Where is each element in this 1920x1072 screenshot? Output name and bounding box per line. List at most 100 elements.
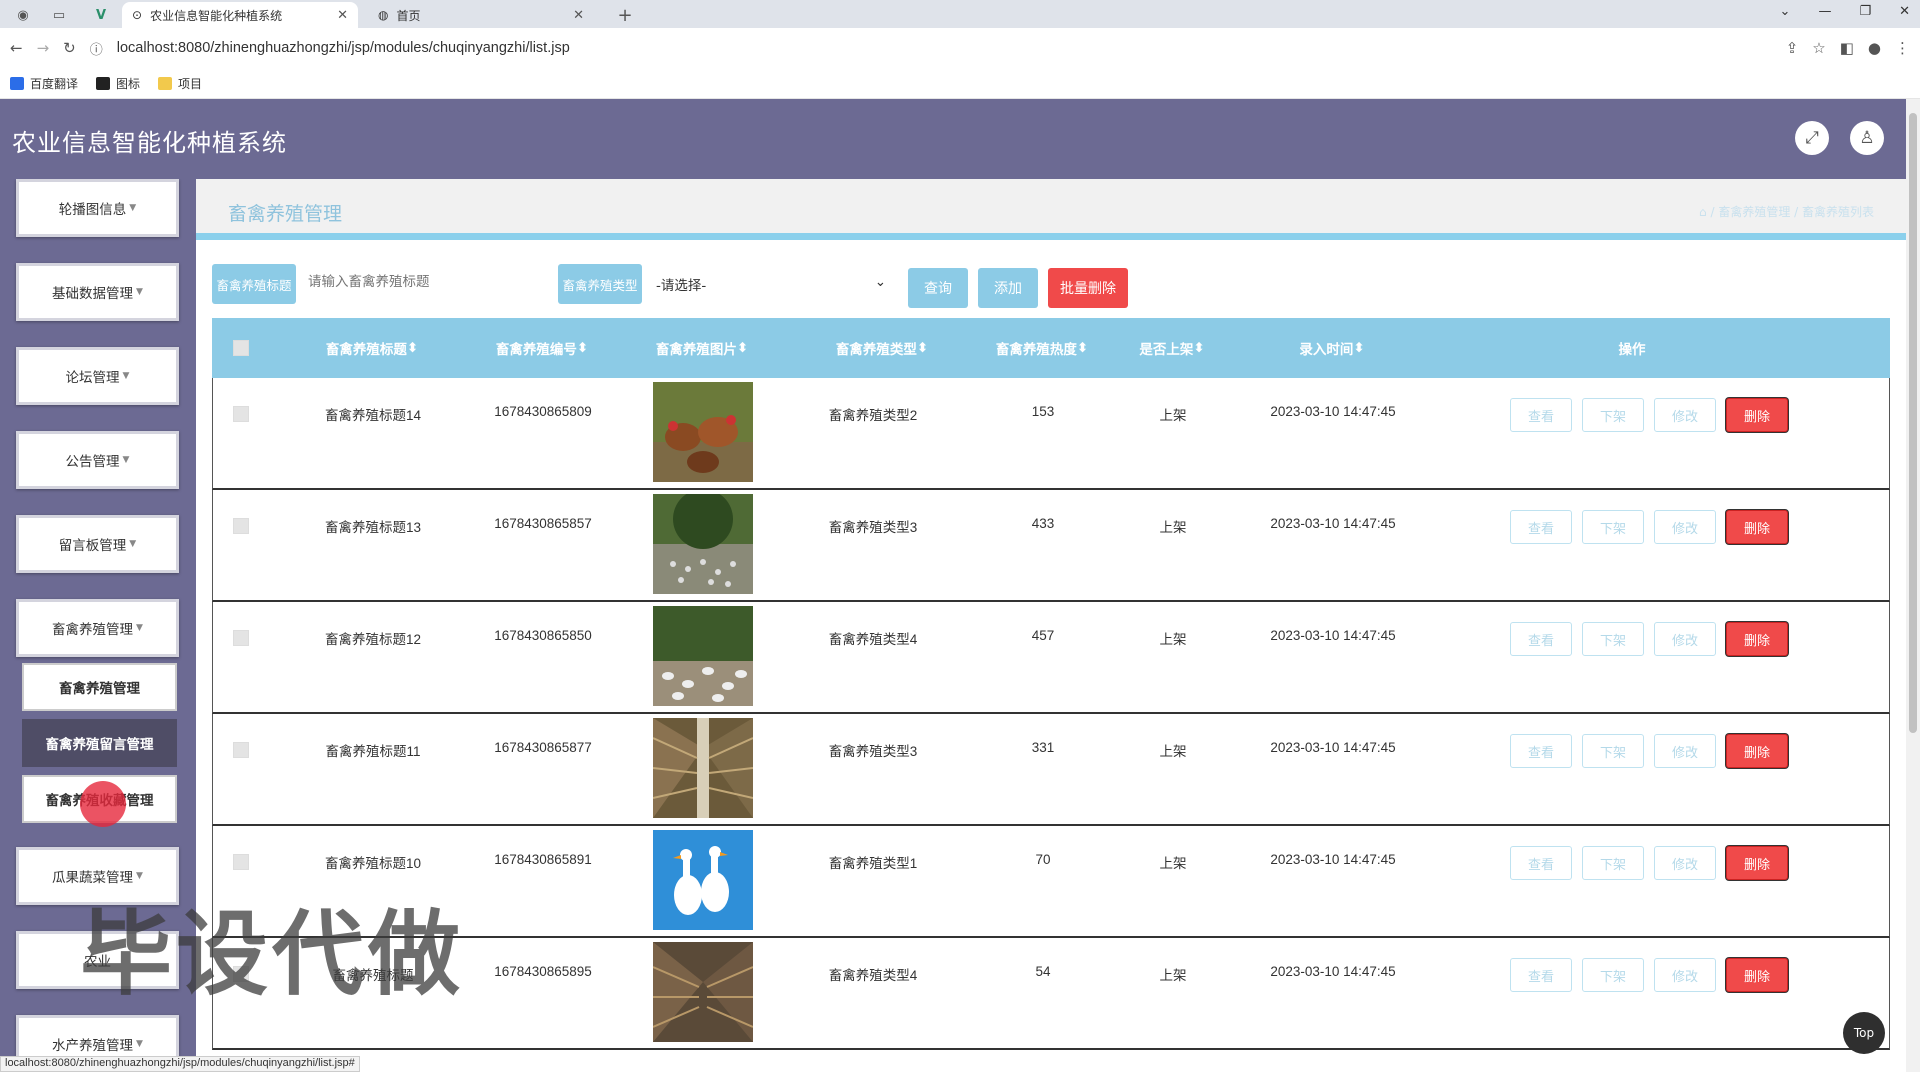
close-tab-icon[interactable]: ✕ bbox=[573, 8, 584, 23]
row-checkbox[interactable] bbox=[233, 630, 249, 646]
sidebar-item-notice[interactable]: 公告管理 ▼ bbox=[16, 431, 179, 489]
delete-button[interactable]: 删除 bbox=[1726, 398, 1788, 432]
bookmark-baidu-translate[interactable]: 百度翻译 bbox=[10, 75, 78, 92]
add-button[interactable]: 添加 bbox=[978, 268, 1038, 308]
back-to-top-button[interactable]: Top bbox=[1843, 1012, 1885, 1054]
view-button[interactable]: 查看 bbox=[1510, 734, 1572, 768]
scrollbar-thumb[interactable] bbox=[1909, 113, 1917, 733]
column-header[interactable]: 畜禽养殖标题 ⬍ bbox=[292, 318, 452, 378]
tab-home[interactable]: ◍ 首页 ✕ bbox=[368, 2, 594, 28]
edit-button[interactable]: 修改 bbox=[1654, 734, 1716, 768]
profile-icon[interactable]: ● bbox=[1868, 39, 1881, 57]
cell-type: 畜禽养殖类型4 bbox=[828, 632, 918, 647]
info-icon[interactable]: ⓘ bbox=[90, 39, 103, 58]
table-row: 畜禽养殖标题14 1678430865809 畜禽养殖类型2 153 上架 2023-03… bbox=[212, 378, 1890, 490]
app-title: 农业信息智能化种植系统 bbox=[12, 129, 287, 157]
row-checkbox[interactable] bbox=[233, 406, 249, 422]
chevron-down-icon[interactable]: ⌄ bbox=[1780, 4, 1791, 19]
delete-button[interactable]: 删除 bbox=[1726, 958, 1788, 992]
view-button[interactable]: 查看 bbox=[1510, 622, 1572, 656]
cell-heat: 457 bbox=[1031, 628, 1055, 643]
unlist-button[interactable]: 下架 bbox=[1582, 510, 1644, 544]
type-select[interactable]: -请选择- ⌄ bbox=[656, 274, 886, 294]
cell-image-ducks-field[interactable] bbox=[653, 494, 753, 594]
column-header[interactable]: 录入时间 ⬍ bbox=[1232, 318, 1432, 378]
view-button[interactable]: 查看 bbox=[1510, 398, 1572, 432]
page-title: 畜禽养殖管理 bbox=[228, 203, 343, 225]
row-checkbox[interactable] bbox=[233, 518, 249, 534]
view-button[interactable]: 查看 bbox=[1510, 846, 1572, 880]
cell-image-battery-cages[interactable] bbox=[653, 942, 753, 1042]
submenu-livestock-manage[interactable]: 畜禽养殖管理 bbox=[22, 663, 177, 711]
user-icon[interactable]: ♙ bbox=[1850, 121, 1884, 155]
pinned-tab-globe-icon[interactable]: ◉ bbox=[10, 4, 36, 26]
batch-delete-button[interactable]: 批量删除 bbox=[1048, 268, 1128, 308]
submenu-livestock-messages[interactable]: 畜禽养殖留言管理 bbox=[22, 719, 177, 767]
view-button[interactable]: 查看 bbox=[1510, 958, 1572, 992]
bookmark-project[interactable]: 项目 bbox=[158, 75, 202, 92]
row-checkbox[interactable] bbox=[233, 854, 249, 870]
column-header[interactable]: 是否上架 ⬍ bbox=[1112, 318, 1232, 378]
cell-time: 2023-03-10 14:47:45 bbox=[1270, 852, 1396, 867]
sidebar-item-forum[interactable]: 论坛管理 ▼ bbox=[16, 347, 179, 405]
delete-button[interactable]: 删除 bbox=[1726, 734, 1788, 768]
sidebar-toggle-icon[interactable]: ◧ bbox=[1840, 39, 1854, 57]
type-select-value: -请选择- bbox=[656, 278, 707, 294]
column-header[interactable]: 畜禽养殖编号 ⬍ bbox=[462, 318, 622, 378]
unlist-button[interactable]: 下架 bbox=[1582, 958, 1644, 992]
column-header[interactable]: 畜禽养殖图片 ⬍ bbox=[632, 318, 772, 378]
sidebar-item-carousel[interactable]: 轮播图信息 ▼ bbox=[16, 179, 179, 237]
delete-button[interactable]: 删除 bbox=[1726, 510, 1788, 544]
unlist-button[interactable]: 下架 bbox=[1582, 734, 1644, 768]
edit-button[interactable]: 修改 bbox=[1654, 846, 1716, 880]
home-icon[interactable]: ⌂ bbox=[1699, 205, 1707, 219]
minimize-icon[interactable]: — bbox=[1818, 4, 1831, 19]
cell-time: 2023-03-10 14:47:45 bbox=[1270, 404, 1396, 419]
restore-icon[interactable]: ❐ bbox=[1859, 4, 1871, 19]
menu-icon[interactable]: ⋮ bbox=[1895, 39, 1910, 57]
back-icon[interactable]: ← bbox=[10, 39, 23, 57]
query-button[interactable]: 查询 bbox=[908, 268, 968, 308]
row-checkbox[interactable] bbox=[233, 742, 249, 758]
cell-code: 1678430865895 bbox=[494, 964, 592, 979]
status-bar-url: localhost:8080/zhinenghuazhongzhi/jsp/mo… bbox=[0, 1056, 360, 1072]
star-icon[interactable]: ☆ bbox=[1812, 39, 1825, 57]
unlist-button[interactable]: 下架 bbox=[1582, 622, 1644, 656]
cell-image-white-geese[interactable] bbox=[653, 830, 753, 930]
url-field[interactable]: localhost:8080/zhinenghuazhongzhi/jsp/mo… bbox=[117, 40, 570, 56]
pinned-tab-vue-icon[interactable]: V bbox=[88, 4, 114, 26]
share-icon[interactable]: ⇪ bbox=[1786, 39, 1799, 57]
forward-icon[interactable]: → bbox=[37, 39, 50, 57]
column-header[interactable]: 畜禽养殖类型 ⬍ bbox=[792, 318, 972, 378]
caret-down-icon: ▼ bbox=[129, 539, 137, 549]
cell-image-chicken-cages[interactable] bbox=[653, 718, 753, 818]
column-header[interactable]: 畜禽养殖热度 ⬍ bbox=[972, 318, 1112, 378]
edit-button[interactable]: 修改 bbox=[1654, 958, 1716, 992]
sidebar-item-livestock[interactable]: 畜禽养殖管理 ▼ bbox=[16, 599, 179, 657]
sidebar-item-base-data[interactable]: 基础数据管理 ▼ bbox=[16, 263, 179, 321]
reload-icon[interactable]: ↻ bbox=[63, 39, 76, 57]
edit-button[interactable]: 修改 bbox=[1654, 622, 1716, 656]
tab-active[interactable]: ⊙ 农业信息智能化种植系统 ✕ bbox=[122, 2, 358, 28]
new-tab-icon[interactable]: + bbox=[612, 4, 638, 26]
cell-image-ducks-pen[interactable] bbox=[653, 606, 753, 706]
close-window-icon[interactable]: ✕ bbox=[1899, 4, 1910, 19]
title-search-input[interactable] bbox=[308, 274, 528, 289]
delete-button[interactable]: 删除 bbox=[1726, 846, 1788, 880]
sidebar-item-message-board[interactable]: 留言板管理 ▼ bbox=[16, 515, 179, 573]
edit-button[interactable]: 修改 bbox=[1654, 510, 1716, 544]
page-scrollbar[interactable] bbox=[1906, 99, 1920, 1072]
fullscreen-icon[interactable]: ⤢ bbox=[1795, 121, 1829, 155]
view-button[interactable]: 查看 bbox=[1510, 510, 1572, 544]
edit-button[interactable]: 修改 bbox=[1654, 398, 1716, 432]
unlist-button[interactable]: 下架 bbox=[1582, 398, 1644, 432]
close-tab-icon[interactable]: ✕ bbox=[337, 8, 348, 23]
bookmark-icons[interactable]: 图标 bbox=[96, 75, 140, 92]
select-all-checkbox[interactable] bbox=[233, 340, 249, 356]
delete-button[interactable]: 删除 bbox=[1726, 622, 1788, 656]
unlist-button[interactable]: 下架 bbox=[1582, 846, 1644, 880]
cell-image-chickens[interactable] bbox=[653, 382, 753, 482]
cell-heat: 433 bbox=[1031, 516, 1055, 531]
pinned-tab-page-icon[interactable]: ▭ bbox=[46, 4, 72, 26]
column-label: 录入时间 bbox=[1299, 342, 1354, 358]
